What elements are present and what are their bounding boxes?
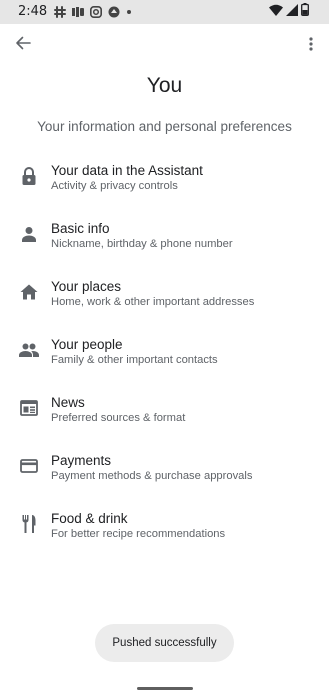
people-icon xyxy=(18,339,40,361)
list-item-news[interactable]: News Preferred sources & format xyxy=(0,380,329,438)
list-item-your-places[interactable]: Your places Home, work & other important… xyxy=(0,264,329,322)
slack-icon xyxy=(54,6,66,18)
gesture-nav-handle[interactable] xyxy=(137,687,193,690)
status-bar: 2:48 xyxy=(0,0,329,24)
arrow-back-icon xyxy=(15,35,31,56)
item-subtitle: For better recipe recommendations xyxy=(51,528,226,540)
more-options-button[interactable] xyxy=(303,35,319,57)
restaurant-icon xyxy=(18,513,40,535)
toast-message: Pushed successfully xyxy=(95,624,234,662)
list-item-basic-info[interactable]: Basic info Nickname, birthday & phone nu… xyxy=(0,206,329,264)
list-item-payments[interactable]: Payments Payment methods & purchase appr… xyxy=(0,438,329,496)
app-icon xyxy=(108,6,120,18)
item-title: Food & drink xyxy=(51,511,128,526)
more-vert-icon xyxy=(309,36,313,56)
item-title: Basic info xyxy=(51,221,110,236)
status-time: 2:48 xyxy=(18,4,48,19)
status-notification-icons xyxy=(54,5,132,19)
list-item-your-data[interactable]: Your data in the Assistant Activity & pr… xyxy=(0,148,329,206)
status-system-icons xyxy=(269,3,309,21)
news-icon xyxy=(18,397,40,419)
item-subtitle: Home, work & other important addresses xyxy=(51,296,255,308)
item-title: News xyxy=(51,395,85,410)
instagram-icon xyxy=(90,6,102,18)
page-subtitle: Your information and personal preference… xyxy=(37,119,292,134)
item-title: Your places xyxy=(51,279,122,294)
item-title: Your data in the Assistant xyxy=(51,163,203,178)
page-title: You xyxy=(146,74,183,97)
back-button[interactable] xyxy=(10,33,36,57)
item-title: Payments xyxy=(51,453,112,468)
person-icon xyxy=(18,223,40,245)
home-icon xyxy=(18,281,40,303)
item-subtitle: Activity & privacy controls xyxy=(51,180,178,192)
item-subtitle: Payment methods & purchase approvals xyxy=(51,470,253,482)
signal-icon xyxy=(286,3,298,21)
item-subtitle: Preferred sources & format xyxy=(51,412,186,424)
item-title: Your people xyxy=(51,337,123,352)
item-subtitle: Family & other important contacts xyxy=(51,354,218,366)
item-subtitle: Nickname, birthday & phone number xyxy=(51,238,233,250)
list-item-your-people[interactable]: Your people Family & other important con… xyxy=(0,322,329,380)
lock-icon xyxy=(18,165,40,187)
dot-icon xyxy=(126,6,132,18)
credit-card-icon xyxy=(18,455,40,477)
notification-icon xyxy=(72,6,84,18)
battery-icon xyxy=(301,3,309,21)
wifi-icon xyxy=(269,3,283,21)
list-item-food-drink[interactable]: Food & drink For better recipe recommend… xyxy=(0,496,329,554)
